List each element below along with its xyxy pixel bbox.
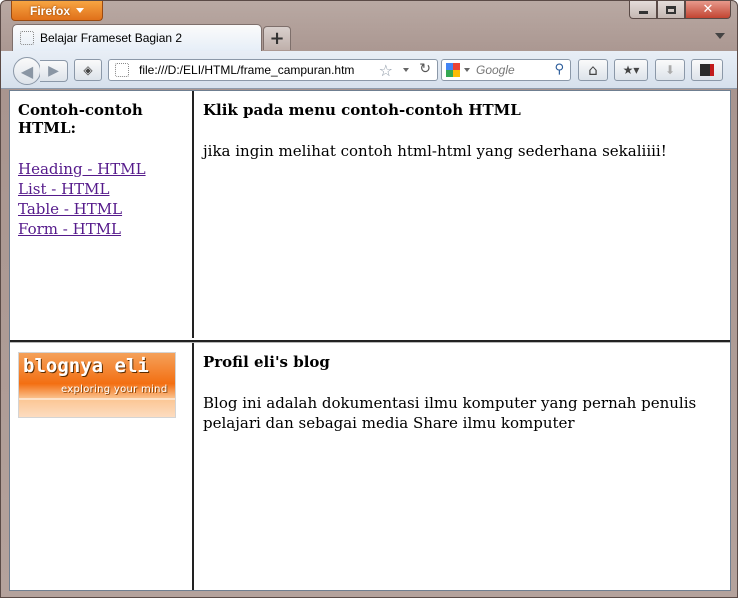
list-all-tabs-icon[interactable] [715, 33, 725, 39]
url-bar[interactable]: file:///D:/ELI/HTML/frame_campuran.htm ☆… [108, 59, 438, 81]
url-text: file:///D:/ELI/HTML/frame_campuran.htm [139, 63, 355, 77]
close-button[interactable]: ✕ [685, 1, 731, 19]
profile-frame: Profil eli's blog Blog ini adalah dokume… [195, 343, 730, 590]
tab-bar: Belajar Frameset Bagian 2 + [1, 23, 737, 51]
chevron-down-icon [76, 8, 84, 13]
logo-title: blognya eli [23, 355, 149, 377]
downloads-button[interactable]: ⬇ [655, 59, 685, 81]
close-icon: ✕ [702, 2, 714, 17]
main-frame: Klik pada menu contoh-contoh HTML jika i… [195, 91, 730, 341]
home-button[interactable]: ⌂ [578, 59, 608, 81]
extension-button[interactable] [691, 59, 723, 81]
window-controls: ✕ [629, 1, 731, 19]
link-table-html[interactable]: Table - HTML [18, 199, 184, 219]
puzzle-icon: ◈ [83, 63, 93, 77]
maximize-button[interactable] [657, 1, 685, 19]
reload-icon[interactable]: ↻ [419, 61, 431, 77]
bookmarks-icon: ★▾ [622, 63, 640, 77]
tab-active[interactable]: Belajar Frameset Bagian 2 [12, 24, 262, 51]
frameset-viewport: Contoh-contoh HTML: Heading - HTML List … [9, 90, 731, 591]
menu-heading: Contoh-contoh HTML: [18, 101, 143, 137]
search-bar[interactable]: Google ⚲ [441, 59, 571, 81]
search-engine-dropdown-icon[interactable] [464, 68, 470, 72]
browser-window: Firefox ✕ Belajar Frameset Bagian 2 + ◀ … [0, 0, 738, 598]
history-dropdown-icon[interactable] [403, 68, 409, 72]
logo-tagline: exploring your mind [61, 384, 168, 395]
back-forward-group: ◀ ▶ [13, 57, 69, 85]
addon-button[interactable]: ◈ [74, 59, 102, 81]
main-text: jika ingin melihat contoh html-html yang… [203, 142, 667, 160]
bookmark-star-icon[interactable]: ☆ [379, 61, 393, 80]
tab-title: Belajar Frameset Bagian 2 [40, 31, 183, 45]
new-tab-button[interactable]: + [263, 26, 291, 50]
minimize-icon [638, 11, 648, 14]
google-icon[interactable] [446, 63, 460, 77]
minimize-button[interactable] [629, 1, 657, 19]
logo-stripe [19, 398, 175, 400]
page-icon [115, 63, 129, 77]
bookmarks-button[interactable]: ★▾ [614, 59, 648, 81]
search-placeholder: Google [476, 63, 515, 77]
link-heading-html[interactable]: Heading - HTML [18, 159, 184, 179]
firefox-menu-button[interactable]: Firefox [11, 1, 103, 21]
search-icon[interactable]: ⚲ [554, 62, 564, 77]
home-icon: ⌂ [588, 61, 598, 79]
profile-heading: Profil eli's blog [203, 353, 330, 371]
forward-button[interactable]: ▶ [40, 60, 68, 82]
title-bar: Firefox ✕ [1, 1, 737, 23]
download-icon: ⬇ [664, 63, 676, 77]
link-list-html[interactable]: List - HTML [18, 179, 184, 199]
back-button[interactable]: ◀ [13, 57, 41, 85]
firefox-menu-label: Firefox [29, 3, 70, 18]
forward-icon: ▶ [48, 63, 59, 79]
main-heading: Klik pada menu contoh-contoh HTML [203, 101, 521, 119]
profile-text: Blog ini adalah dokumentasi ilmu kompute… [203, 394, 697, 432]
menu-frame: Contoh-contoh HTML: Heading - HTML List … [10, 91, 194, 338]
navigation-toolbar: ◀ ▶ ◈ file:///D:/ELI/HTML/frame_campuran… [1, 51, 737, 89]
page-icon [20, 31, 34, 45]
logo-frame: blognya eli exploring your mind [10, 343, 194, 590]
addon-icon [700, 64, 714, 76]
maximize-icon [666, 5, 676, 14]
blog-logo: blognya eli exploring your mind [18, 352, 176, 418]
back-icon: ◀ [20, 61, 34, 81]
link-form-html[interactable]: Form - HTML [18, 219, 184, 239]
